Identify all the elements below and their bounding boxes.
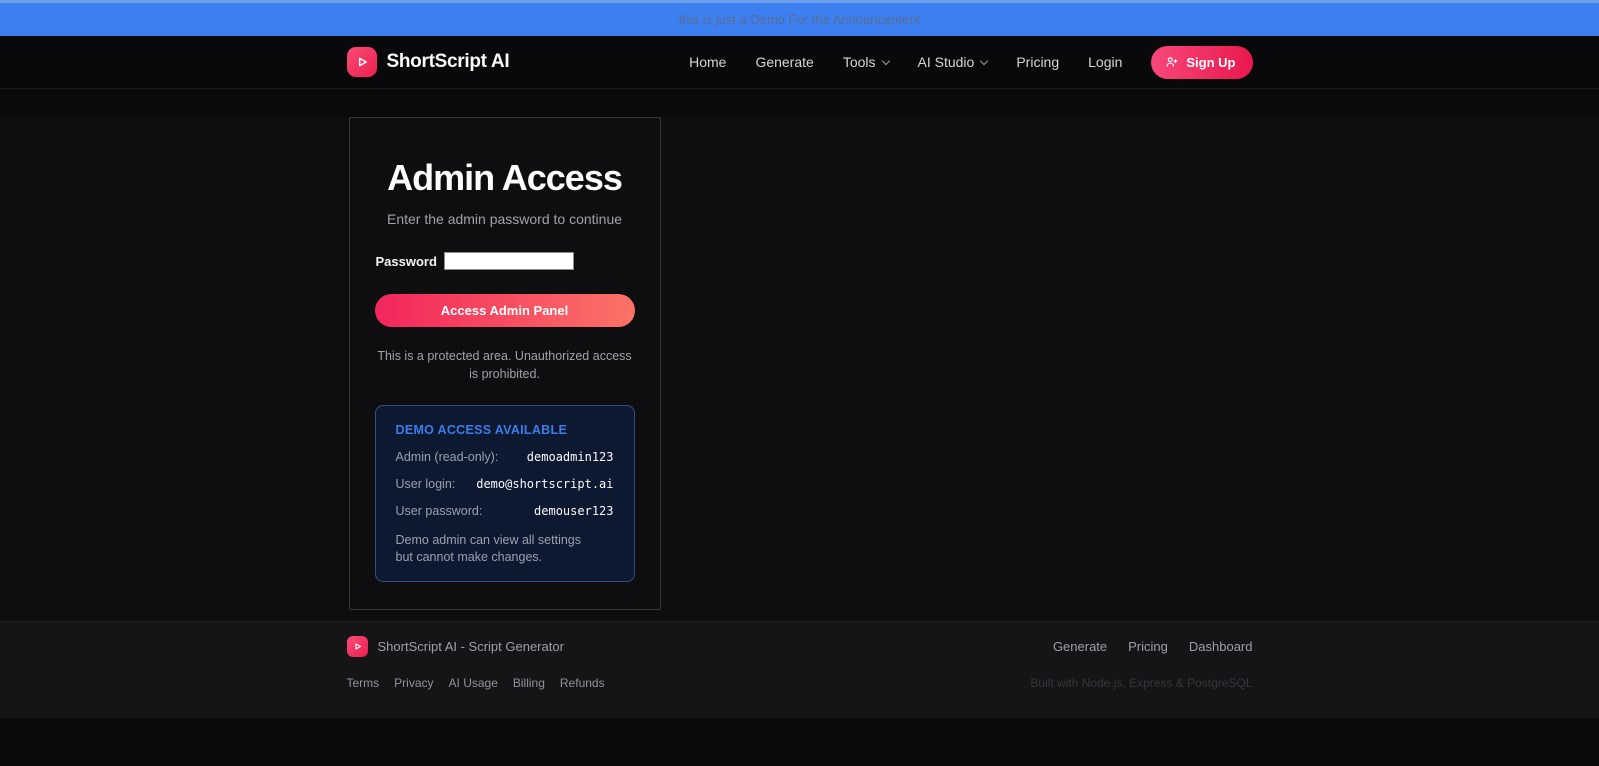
demo-credential-row: User password: demouser123 [396,504,614,518]
brand-name: ShortScript AI [386,51,510,72]
footer-link-billing[interactable]: Billing [513,676,545,690]
play-icon [346,636,368,657]
footer-link-refunds[interactable]: Refunds [560,676,605,690]
password-input[interactable] [443,252,574,270]
chevron-down-icon [980,56,989,65]
demo-credential-row: Admin (read-only): demoadmin123 [396,450,614,464]
signup-button[interactable]: Sign Up [1151,45,1253,79]
demo-credential-row: User login: demo@shortscript.ai [396,477,614,491]
nav-item-label: Login [1088,54,1123,70]
footer-brand: ShortScript AI - Script Generator [346,636,564,657]
password-label: Password [375,253,437,269]
password-row: Password [375,252,635,270]
demo-credential-label: User password: [395,503,483,518]
main-content: Admin Access Enter the admin password to… [0,117,1599,621]
footer-link-ai-usage[interactable]: AI Usage [449,676,498,690]
footer-legal-links: Terms Privacy AI Usage Billing Refunds [347,676,605,690]
footer-nav-links: Generate Pricing Dashboard [1053,639,1253,654]
play-icon [346,47,377,77]
demo-access-heading: DEMO ACCESS AVAILABLE [395,422,568,437]
nav-item-label: AI Studio [917,54,975,70]
demo-credential-value: demo@shortscript.ai [476,476,614,491]
footer-link-terms[interactable]: Terms [347,676,380,690]
protected-area-warning: This is a protected area. Unauthorized a… [377,349,632,381]
demo-note: Demo admin can view all settings but can… [395,532,582,565]
bottom-strip [0,718,1599,766]
nav-item-label: Pricing [1016,54,1060,70]
demo-credential-value: demouser123 [534,503,614,518]
user-plus-icon [1165,55,1179,69]
nav-menu: Home Generate Tools AI Studio Pricing Lo… [689,45,1253,79]
announcement-bar: this is just a Demo For the Announcement [0,0,1599,36]
footer-link-generate[interactable]: Generate [1053,639,1107,654]
nav-item-label: Home [689,54,727,70]
nav-item-login[interactable]: Login [1088,54,1122,70]
demo-credential-value: demoadmin123 [526,449,614,464]
footer-link-privacy[interactable]: Privacy [394,676,433,690]
page-title: Admin Access [387,157,623,198]
nav-item-ai-studio[interactable]: AI Studio [917,54,989,70]
nav-item-label: Tools [842,54,876,70]
footer-link-dashboard[interactable]: Dashboard [1189,639,1253,654]
nav-item-tools[interactable]: Tools [842,54,890,70]
page-subtitle: Enter the admin password to continue [386,211,623,227]
footer-link-pricing[interactable]: Pricing [1128,639,1168,654]
nav-item-generate[interactable]: Generate [755,54,813,70]
announcement-text: this is just a Demo For the Announcement [678,12,921,27]
admin-access-card: Admin Access Enter the admin password to… [348,117,661,610]
footer: ShortScript AI - Script Generator Genera… [0,621,1599,718]
nav-item-pricing[interactable]: Pricing [1016,54,1059,70]
navbar: ShortScript AI Home Generate Tools AI St… [0,36,1599,89]
demo-access-box: DEMO ACCESS AVAILABLE Admin (read-only):… [374,404,635,582]
chevron-down-icon [881,56,890,65]
signup-label: Sign Up [1186,54,1236,70]
footer-brand-line: ShortScript AI - Script Generator [377,639,564,654]
brand-logo-link[interactable]: ShortScript AI [346,47,510,77]
access-admin-panel-button[interactable]: Access Admin Panel [374,294,635,327]
demo-credential-label: Admin (read-only): [395,449,499,464]
nav-item-label: Generate [755,54,814,70]
demo-credential-label: User login: [395,476,456,491]
nav-item-home[interactable]: Home [689,54,726,70]
built-with-text: Built with Node.js, Express & PostgreSQL [1030,676,1253,690]
